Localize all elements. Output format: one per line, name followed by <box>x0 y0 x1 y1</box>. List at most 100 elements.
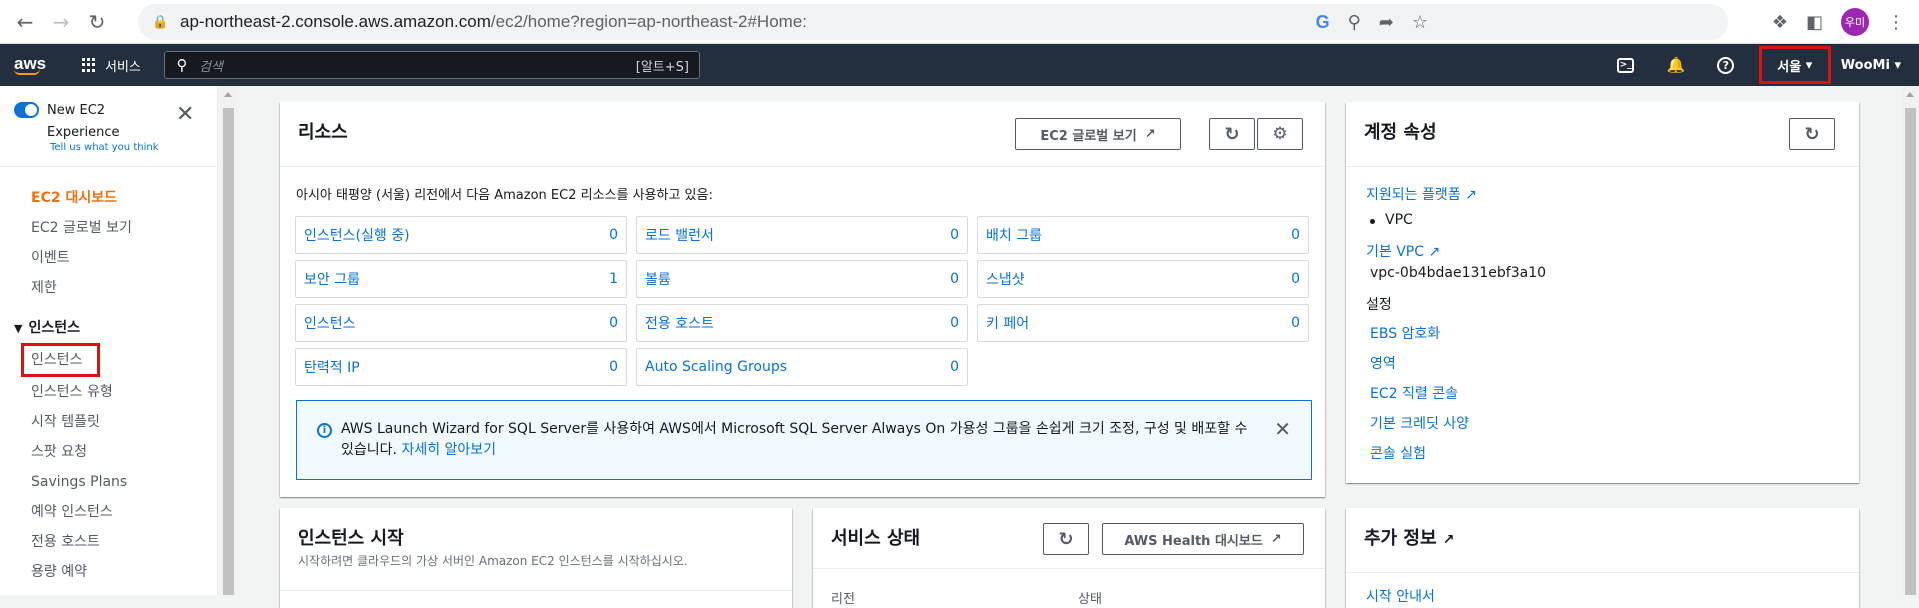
resource-security-groups[interactable]: 보안 그룹 1 <box>295 260 627 298</box>
learn-more-link[interactable]: 자세히 알아보기 <box>401 442 496 458</box>
sidebar-item-instance-types[interactable]: 인스턴스 유형 <box>0 377 218 407</box>
reload-icon[interactable]: ↻ <box>82 7 112 37</box>
resource-running-instances[interactable]: 인스턴스(실행 중) 0 <box>295 216 627 254</box>
global-view-button[interactable]: EC2 글로벌 보기 ↗ <box>1015 118 1181 150</box>
account-attributes-panel: 계정 속성 ↻ 지원되는 플랫폼 ↗ VPC 기본 VPC ↗ vpc-0b4b… <box>1346 102 1859 483</box>
additional-info-panel: 추가 정보 ↗ 시작 안내서 <box>1346 508 1859 608</box>
refresh-button[interactable]: ↻ <box>1789 118 1835 150</box>
refresh-icon: ↻ <box>1058 528 1074 550</box>
aws-logo[interactable]: aws <box>14 55 56 75</box>
browser-toolbar: ← → ↻ 🔒 ap-northeast-2.console.aws.amazo… <box>0 0 1919 44</box>
refresh-icon: ↻ <box>1804 123 1820 145</box>
refresh-button[interactable]: ↻ <box>1209 118 1255 150</box>
profile-avatar[interactable]: 우미 <box>1841 8 1869 36</box>
grid-icon <box>82 57 97 73</box>
browser-nav: ← → ↻ <box>0 7 138 37</box>
vpc-id: vpc-0b4bdae131ebf3a10 <box>1370 265 1547 281</box>
forward-icon[interactable]: → <box>46 7 76 37</box>
sidebar: New EC2 Experience Tell us what you thin… <box>0 86 218 595</box>
launch-instance-panel: 인스턴스 시작 시작하려면 클라우드의 가상 서버인 Amazon EC2 인스… <box>280 508 792 608</box>
panel-title: 인스턴스 시작 <box>298 528 404 549</box>
platform-vpc: VPC <box>1385 212 1413 228</box>
info-icon: i <box>317 423 332 438</box>
page-scrollbar[interactable] <box>1902 86 1919 595</box>
resource-dedicated-hosts[interactable]: 전용 호스트 0 <box>636 304 968 342</box>
sidebar-item-launch-templates[interactable]: 시작 템플릿 <box>0 407 218 437</box>
external-link-icon: ↗ <box>1428 244 1441 260</box>
external-link-icon: ↗ <box>1465 187 1477 203</box>
external-link-icon: ↗ <box>1270 531 1282 547</box>
launch-description: 시작하려면 클라우드의 가상 서버인 Amazon EC2 인스턴스를 시작하십… <box>298 554 688 568</box>
search-input[interactable]: ⚲ 검색 [알트+S] <box>164 51 700 79</box>
sidebar-item-dashboard[interactable]: EC2 대시보드 <box>0 183 218 213</box>
sidebar-scrollbar[interactable] <box>220 86 237 595</box>
omnibox-icons: G ⚲ ➦ ☆ <box>1316 4 1428 40</box>
resource-snapshots[interactable]: 스냅샷 0 <box>977 260 1309 298</box>
search-placeholder: 검색 <box>199 59 223 75</box>
new-experience-toggle[interactable] <box>14 102 39 118</box>
share-icon[interactable]: ➦ <box>1379 12 1394 33</box>
menu-kebab-icon[interactable]: ⋮ <box>1887 12 1905 33</box>
sidebar-item-capacity-reservations[interactable]: 용량 예약 <box>0 557 218 587</box>
default-vpc-link[interactable]: 기본 VPC ↗ <box>1366 241 1440 261</box>
bookmark-star-icon[interactable]: ☆ <box>1412 12 1428 33</box>
notifications-bell-icon[interactable]: 🔔 <box>1651 56 1701 74</box>
sidebar-item-instances[interactable]: 인스턴스 <box>21 343 100 377</box>
resource-load-balancers[interactable]: 로드 밸런서 0 <box>636 216 968 254</box>
feedback-link[interactable]: Tell us what you think <box>50 142 159 153</box>
settings-link-serial-console[interactable]: EC2 직렬 콘솔 <box>1370 383 1458 403</box>
toggle-label: New EC2 Experience <box>47 103 120 140</box>
resource-elastic-ips[interactable]: 탄력적 IP 0 <box>295 348 627 386</box>
resource-auto-scaling-groups[interactable]: Auto Scaling Groups 0 <box>636 348 968 386</box>
services-menu[interactable]: 서비스 <box>82 56 141 75</box>
settings-link-default-credit[interactable]: 기본 크레딧 사양 <box>1370 413 1469 433</box>
close-icon[interactable]: ✕ <box>176 104 194 126</box>
divider <box>280 166 1325 167</box>
refresh-icon: ↻ <box>1224 123 1240 145</box>
help-icon[interactable]: ? <box>1701 56 1751 74</box>
resource-volumes[interactable]: 볼륨 0 <box>636 260 968 298</box>
resource-placement-groups[interactable]: 배치 그룹 0 <box>977 216 1309 254</box>
health-dashboard-button[interactable]: AWS Health 대시보드 ↗ <box>1102 523 1304 555</box>
region-selector[interactable]: 서울 ▾ <box>1758 46 1831 84</box>
resources-panel: 리소스 EC2 글로벌 보기 ↗ ↻ ⚙ 아시아 태평양 (서울) 리전에서 다음… <box>280 102 1325 497</box>
divider <box>1346 572 1859 573</box>
refresh-button[interactable]: ↻ <box>1043 523 1089 555</box>
resource-instances[interactable]: 인스턴스 0 <box>295 304 627 342</box>
resource-key-pairs[interactable]: 키 페어 0 <box>977 304 1309 342</box>
column-header-status: 상태 <box>1078 592 1102 607</box>
settings-link-console-experiments[interactable]: 콘솔 실험 <box>1370 443 1426 463</box>
sidebar-item-limits[interactable]: 제한 <box>0 273 218 303</box>
settings-link-ebs-encryption[interactable]: EBS 암호화 <box>1370 323 1440 343</box>
search-shortcut: [알트+S] <box>635 59 689 75</box>
sidebar-section-instances[interactable]: ▼ 인스턴스 <box>0 313 218 343</box>
sidebar-item-events[interactable]: 이벤트 <box>0 243 218 273</box>
side-panel-icon[interactable]: ◧ <box>1806 12 1823 33</box>
sidebar-item-spot-requests[interactable]: 스팟 요청 <box>0 437 218 467</box>
url-text: ap-northeast-2.console.aws.amazon.com/ec… <box>180 12 808 31</box>
gear-icon: ⚙ <box>1272 124 1288 144</box>
sidebar-item-global-view[interactable]: EC2 글로벌 보기 <box>0 213 218 243</box>
cloudshell-icon[interactable]: >_ <box>1601 57 1651 73</box>
supported-platforms-link[interactable]: 지원되는 플랫폼 ↗ <box>1366 184 1477 204</box>
alert-text: AWS Launch Wizard for SQL Server를 사용하여 A… <box>341 421 1248 458</box>
resources-intro: 아시아 태평양 (서울) 리전에서 다음 Amazon EC2 리소스를 사용하… <box>296 188 713 203</box>
settings-button[interactable]: ⚙ <box>1257 118 1303 150</box>
nav-right-group: >_ 🔔 ? 서울 ▾ WooMi ▾ <box>1601 44 1919 86</box>
back-icon[interactable]: ← <box>10 7 40 37</box>
sidebar-item-dedicated-hosts[interactable]: 전용 호스트 <box>0 527 218 557</box>
panel-title: 추가 정보 ↗ <box>1364 528 1455 549</box>
close-icon[interactable]: ✕ <box>1274 417 1291 441</box>
divider <box>1346 166 1859 167</box>
address-bar[interactable]: 🔒 ap-northeast-2.console.aws.amazon.com/… <box>138 4 1728 40</box>
sidebar-item-savings-plans[interactable]: Savings Plans <box>0 467 218 497</box>
getting-started-link[interactable]: 시작 안내서 <box>1366 586 1435 606</box>
sidebar-item-reserved-instances[interactable]: 예약 인스턴스 <box>0 497 218 527</box>
panel-title: 서비스 상태 <box>831 528 921 549</box>
account-menu[interactable]: WooMi ▾ <box>1841 58 1919 73</box>
zoom-icon[interactable]: ⚲ <box>1348 12 1361 33</box>
google-icon[interactable]: G <box>1316 12 1330 33</box>
external-link-icon: ↗ <box>1144 126 1156 142</box>
settings-link-zones[interactable]: 영역 <box>1370 353 1396 373</box>
extensions-icon[interactable]: ❖ <box>1772 12 1788 33</box>
